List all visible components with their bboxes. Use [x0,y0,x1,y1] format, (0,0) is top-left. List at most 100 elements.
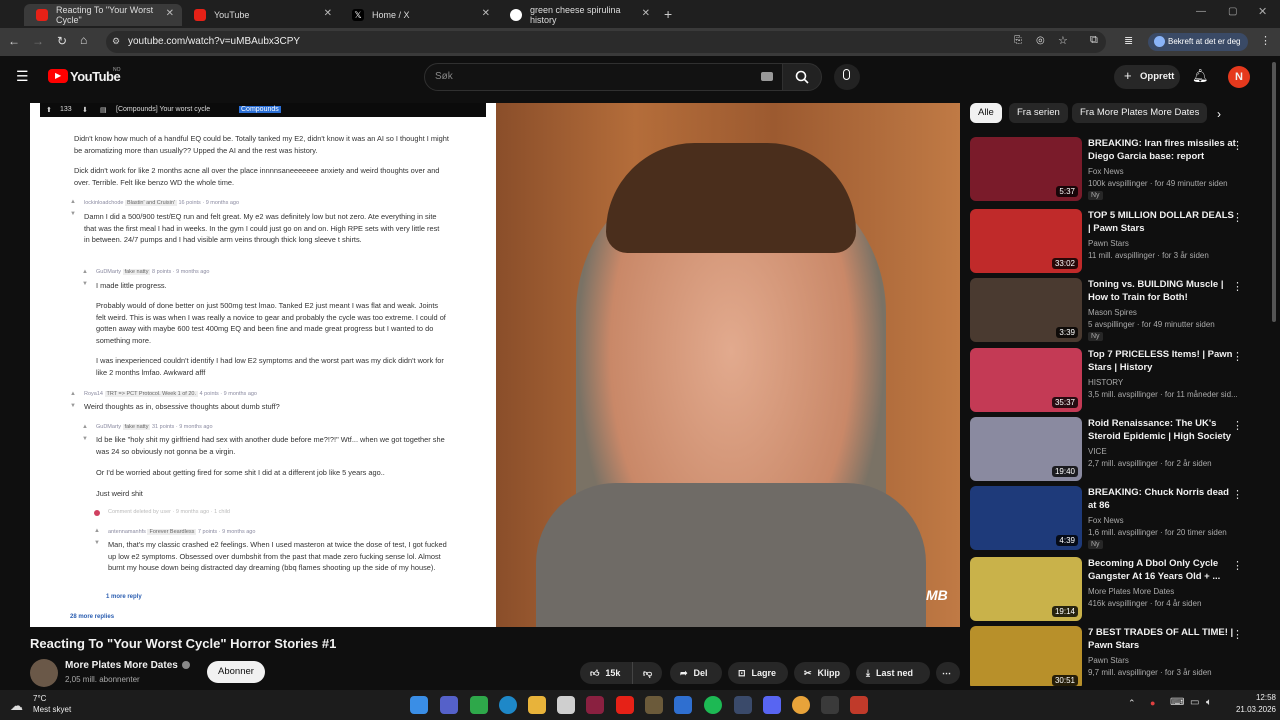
clock-date[interactable]: 21.03.2026 [1224,705,1276,714]
video-thumbnail[interactable]: 35:37 [970,348,1082,412]
chevron-up-icon[interactable]: ⌃ [1128,698,1136,709]
video-thumbnail[interactable]: 5:37 [970,137,1082,201]
tab-youtube[interactable]: YouTube ✕ [182,4,340,26]
video-title[interactable]: BREAKING: Iran fires missiles at Diego G… [1088,137,1238,163]
app-icon[interactable] [645,696,663,714]
more-actions-button[interactable]: ⋯ [936,662,960,684]
chrome-icon[interactable] [792,696,810,714]
channel-name[interactable]: More Plates More Dates [65,660,178,671]
extensions-icon[interactable]: ⧉ [1090,34,1098,47]
profile-verify-button[interactable]: Bekreft at det er deg [1148,33,1248,51]
recommended-video[interactable]: 5:37 BREAKING: Iran fires missiles at Di… [970,137,1270,201]
discord-icon[interactable] [763,696,781,714]
install-app-icon[interactable]: ⎘ [1014,35,1022,46]
store-icon[interactable] [557,696,575,714]
recommended-video[interactable]: 35:37 Top 7 PRICELESS Items! | Pawn Star… [970,348,1270,412]
outlook-icon[interactable] [674,696,692,714]
app-icon[interactable] [470,696,488,714]
video-title[interactable]: Toning vs. BUILDING Muscle | How to Trai… [1088,278,1238,304]
reload-icon[interactable]: ↻ [57,34,67,48]
share-button[interactable]: ➦ Del [670,662,722,684]
edge-icon[interactable] [499,696,517,714]
channel-name[interactable]: HISTORY [1088,378,1123,387]
search-button[interactable] [782,63,822,91]
file-explorer-icon[interactable] [528,696,546,714]
dislike-button[interactable]: 👎︎ [632,662,662,684]
youtube-app-icon[interactable] [616,696,634,714]
channel-name[interactable]: Mason Spires [1088,308,1137,317]
recommended-video[interactable]: 30:51 7 BEST TRADES OF ALL TIME! | Pawn … [970,626,1270,686]
back-arrow-icon[interactable]: ← [8,34,20,48]
site-info-icon[interactable]: ⚙ [112,36,120,47]
channel-avatar[interactable] [30,659,58,687]
weather-description[interactable]: Mest skyet [33,705,71,714]
create-button[interactable]: + Opprett [1114,65,1180,89]
more-vertical-icon[interactable]: ⋮ [1232,488,1243,501]
maximize-button[interactable]: ▢ [1228,6,1237,17]
window-close-button[interactable]: ✕ [1258,5,1267,18]
video-title[interactable]: Top 7 PRICELESS Items! | Pawn Stars | Hi… [1088,348,1238,374]
hamburger-menu-icon[interactable]: ☰ [16,68,29,85]
filter-chip-channel[interactable]: Fra More Plates More Dates [1072,103,1208,123]
video-thumbnail[interactable]: 30:51 [970,626,1082,686]
video-thumbnail[interactable]: 3:39 [970,278,1082,342]
keyboard-tray-icon[interactable]: ⌨ [1170,697,1184,708]
video-title[interactable]: Roid Renaissance: The UK's Steroid Epide… [1088,417,1238,443]
video-title[interactable]: TOP 5 MILLION DOLLAR DEALS | Pawn Stars [1088,209,1238,235]
channel-name[interactable]: Pawn Stars [1088,656,1129,665]
more-vertical-icon[interactable]: ⋮ [1232,280,1243,293]
forward-arrow-icon[interactable]: → [32,34,44,48]
clip-button[interactable]: ✂ Klipp [794,662,850,684]
download-button[interactable]: ⤓ Last ned [856,662,930,684]
keyboard-icon[interactable] [761,72,773,81]
video-thumbnail[interactable]: 4:39 [970,486,1082,550]
subscribe-button[interactable]: Abonner [207,661,265,683]
weather-temperature[interactable]: 7°C [33,694,46,703]
video-thumbnail[interactable]: 19:14 [970,557,1082,621]
channel-name[interactable]: Fox News [1088,167,1124,176]
recommended-video[interactable]: 4:39 BREAKING: Chuck Norris dead at 86 F… [970,486,1270,550]
home-icon[interactable]: ⌂ [80,33,87,47]
channel-name[interactable]: More Plates More Dates [1088,587,1174,596]
reading-list-icon[interactable]: ≣ [1124,34,1133,47]
filter-chip-series[interactable]: Fra serien [1009,103,1068,123]
notifications-bell-icon[interactable]: 🔔︎ [1192,68,1209,84]
filter-chip-all[interactable]: Alle [970,103,1002,123]
voice-search-button[interactable] [834,64,860,90]
video-title[interactable]: BREAKING: Chuck Norris dead at 86 [1088,486,1238,512]
save-button[interactable]: ⊡ Lagre [728,662,788,684]
volume-icon[interactable]: 🔈︎ [1206,697,1212,708]
recommended-video[interactable]: 3:39 Toning vs. BUILDING Muscle | How to… [970,278,1270,342]
video-player[interactable]: ⬆ 133 ⬇ ▤ [Compounds] Your worst cycle C… [30,103,960,627]
close-icon[interactable]: ✕ [166,8,174,19]
recommended-video[interactable]: 33:02 TOP 5 MILLION DOLLAR DEALS | Pawn … [970,209,1270,273]
url-input[interactable]: ⚙ youtube.com/watch?v=uMBAubx3CPY [106,31,1106,53]
tracking-protection-icon[interactable]: ◎ [1036,35,1045,46]
channel-name[interactable]: Pawn Stars [1088,239,1129,248]
security-shield-icon[interactable] [850,696,868,714]
steam-icon[interactable] [734,696,752,714]
recommended-video[interactable]: 19:14 Becoming A Dbol Only Cycle Gangste… [970,557,1270,621]
chevron-right-icon[interactable]: › [1217,107,1221,121]
video-thumbnail[interactable]: 19:40 [970,417,1082,481]
more-vertical-icon[interactable]: ⋮ [1232,139,1243,152]
browser-menu-icon[interactable]: ⋮ [1260,34,1271,47]
channel-name[interactable]: VICE [1088,447,1107,456]
tab-x[interactable]: 𝕏 Home / X ✕ [340,4,498,26]
tab-google-search[interactable]: green cheese spirulina history ✕ [498,4,658,26]
video-thumbnail[interactable]: 33:02 [970,209,1082,273]
tab-youtube-video[interactable]: Reacting To "Your Worst Cycle" ✕ [24,4,182,26]
recommended-video[interactable]: 19:40 Roid Renaissance: The UK's Steroid… [970,417,1270,481]
more-vertical-icon[interactable]: ⋮ [1232,559,1243,572]
account-avatar[interactable]: N [1228,66,1250,88]
display-icon[interactable]: ▭ [1190,697,1199,708]
teams-icon[interactable] [440,696,458,714]
search-input[interactable]: Søk [424,63,784,91]
close-icon[interactable]: ✕ [642,8,650,19]
page-scrollbar[interactable] [1272,62,1276,322]
spotify-icon[interactable] [704,696,722,714]
bookmark-star-icon[interactable]: ☆ [1058,34,1068,47]
microphone-tray-icon[interactable]: ● [1150,698,1155,708]
like-button[interactable]: 👍︎ 15k [580,662,632,684]
weather-cloud-icon[interactable]: ☁ [10,698,23,714]
